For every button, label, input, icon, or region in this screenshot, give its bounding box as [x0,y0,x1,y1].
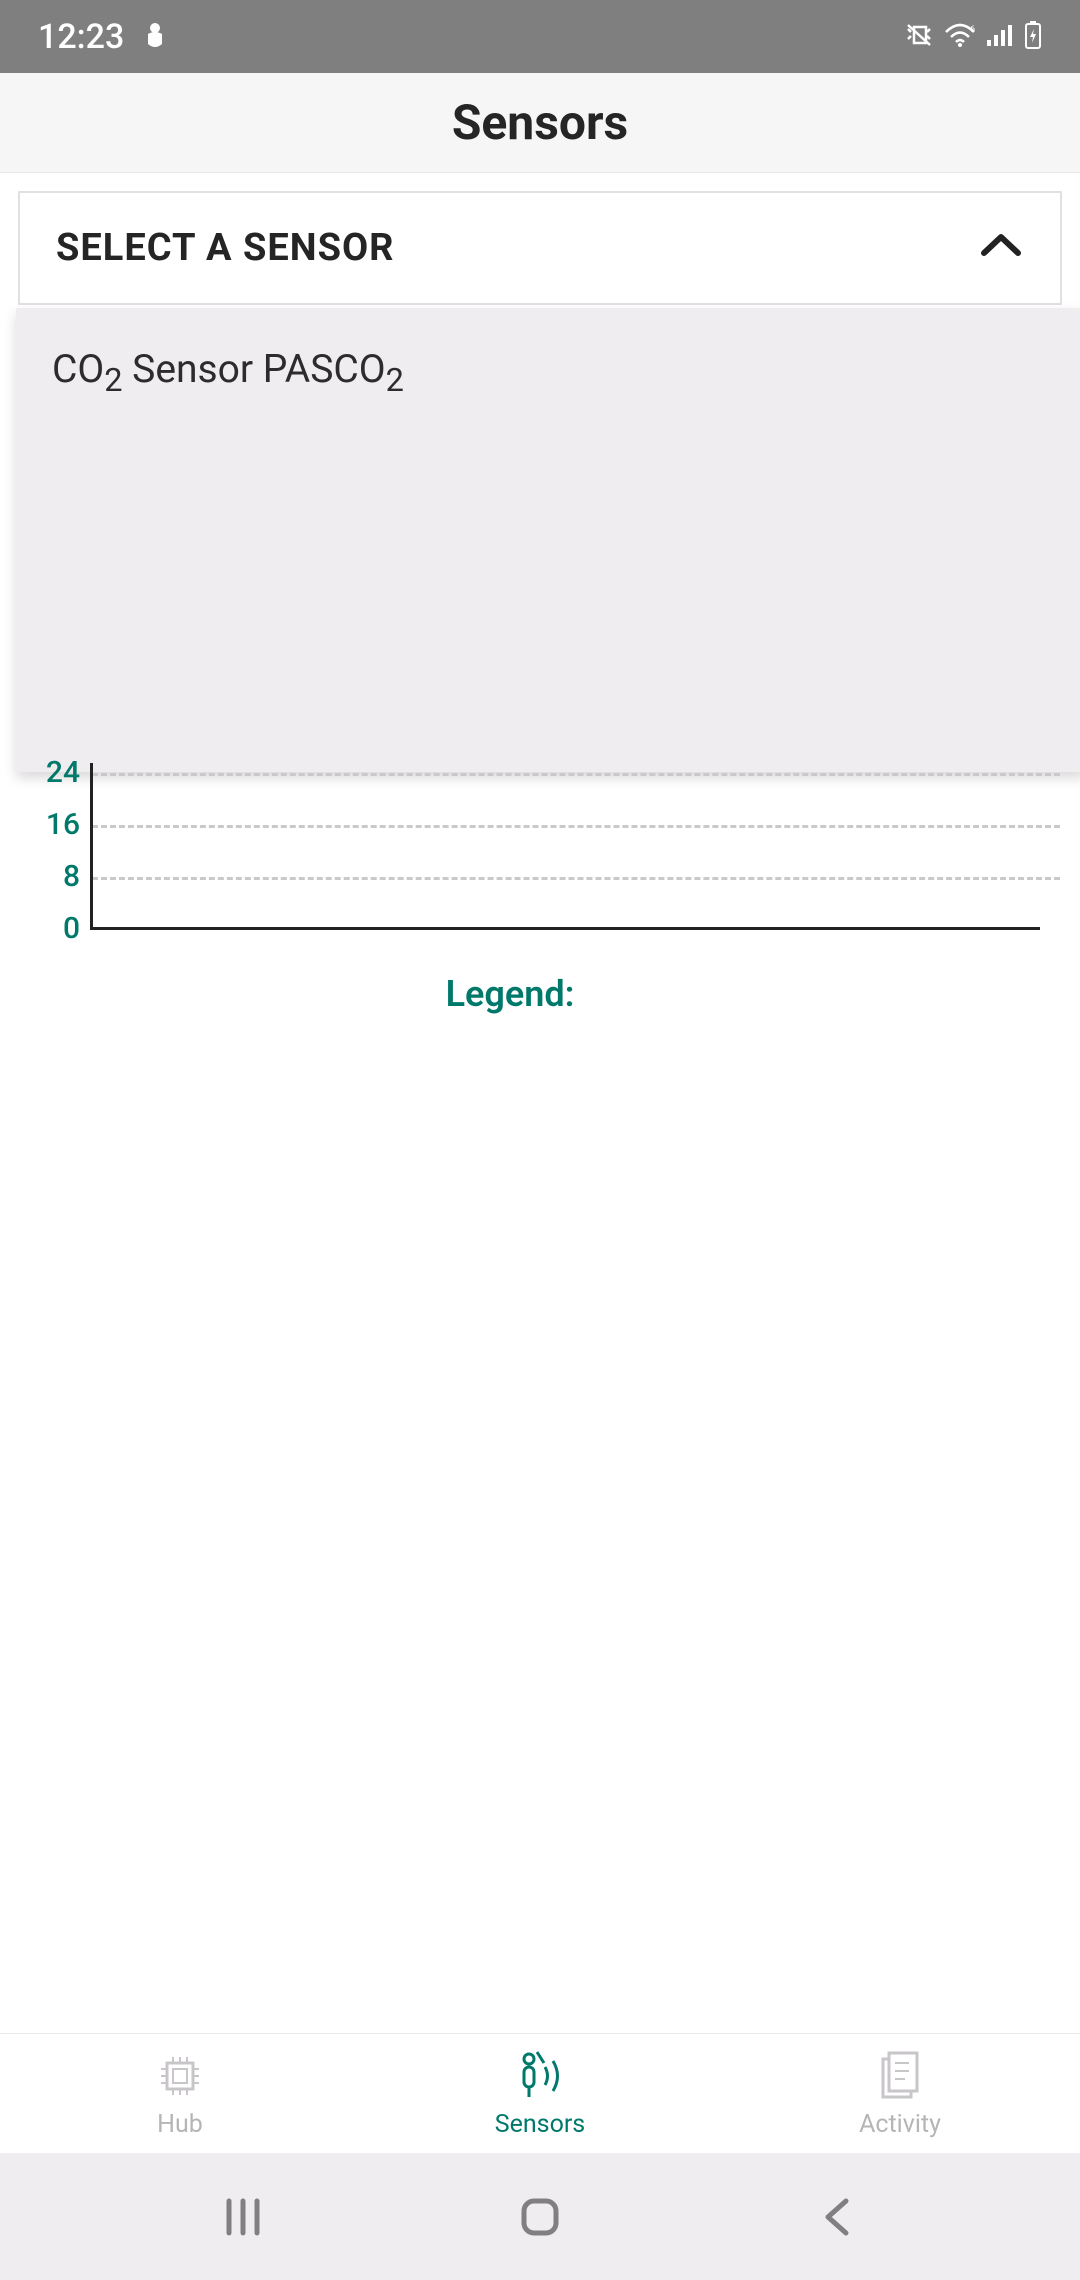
recent-apps-button[interactable] [213,2187,273,2247]
y-tick-24: 24 [20,755,80,790]
y-axis-line [90,763,93,929]
main-content: SELECT A SENSOR CO2 Sensor PASCO2 24 16 … [0,173,1080,305]
y-tick-0: 0 [20,911,80,946]
sensor-dropdown-panel: CO2 Sensor PASCO2 [16,308,1080,772]
android-status-bar: 12:23 6 [0,0,1080,73]
bottom-tab-bar: Hub Sensors Activity [0,2033,1080,2153]
tab-hub-label: Hub [157,2110,203,2139]
y-tick-16: 16 [20,807,80,842]
app-header: Sensors [0,73,1080,173]
sensor-select-label: SELECT A SENSOR [56,226,395,270]
sensor-select-trigger[interactable]: SELECT A SENSOR [18,191,1062,305]
tab-sensors[interactable]: Sensors [360,2034,720,2153]
signal-icon [986,23,1014,51]
tab-activity[interactable]: Activity [720,2034,1080,2153]
chip-icon [152,2048,208,2104]
tab-sensors-label: Sensors [495,2110,585,2139]
home-button[interactable] [510,2187,570,2247]
y-tick-8: 8 [20,859,80,894]
back-button[interactable] [807,2187,867,2247]
x-axis-line [90,927,1040,930]
wifi-icon: 6 [944,22,976,52]
status-right-cluster: 6 [904,21,1042,53]
chart-legend-title: Legend: [20,973,1000,1015]
svg-text:6: 6 [970,25,975,35]
sensor-person-icon [512,2048,568,2104]
app-indicator-icon [142,20,168,54]
android-system-nav [0,2153,1080,2280]
tab-activity-label: Activity [859,2110,941,2139]
status-time: 12:23 [38,17,124,57]
battery-charging-icon [1024,21,1042,53]
gridline [92,773,1060,776]
gridline [92,877,1060,880]
page-title: Sensors [452,94,628,151]
sensor-option-co2[interactable]: CO2 Sensor PASCO2 [52,346,1050,399]
document-icon [872,2048,928,2104]
vibrate-icon [904,21,934,53]
tab-hub[interactable]: Hub [0,2034,360,2153]
status-left-cluster: 12:23 [38,17,168,57]
gridline [92,825,1060,828]
chevron-up-icon [978,231,1024,265]
